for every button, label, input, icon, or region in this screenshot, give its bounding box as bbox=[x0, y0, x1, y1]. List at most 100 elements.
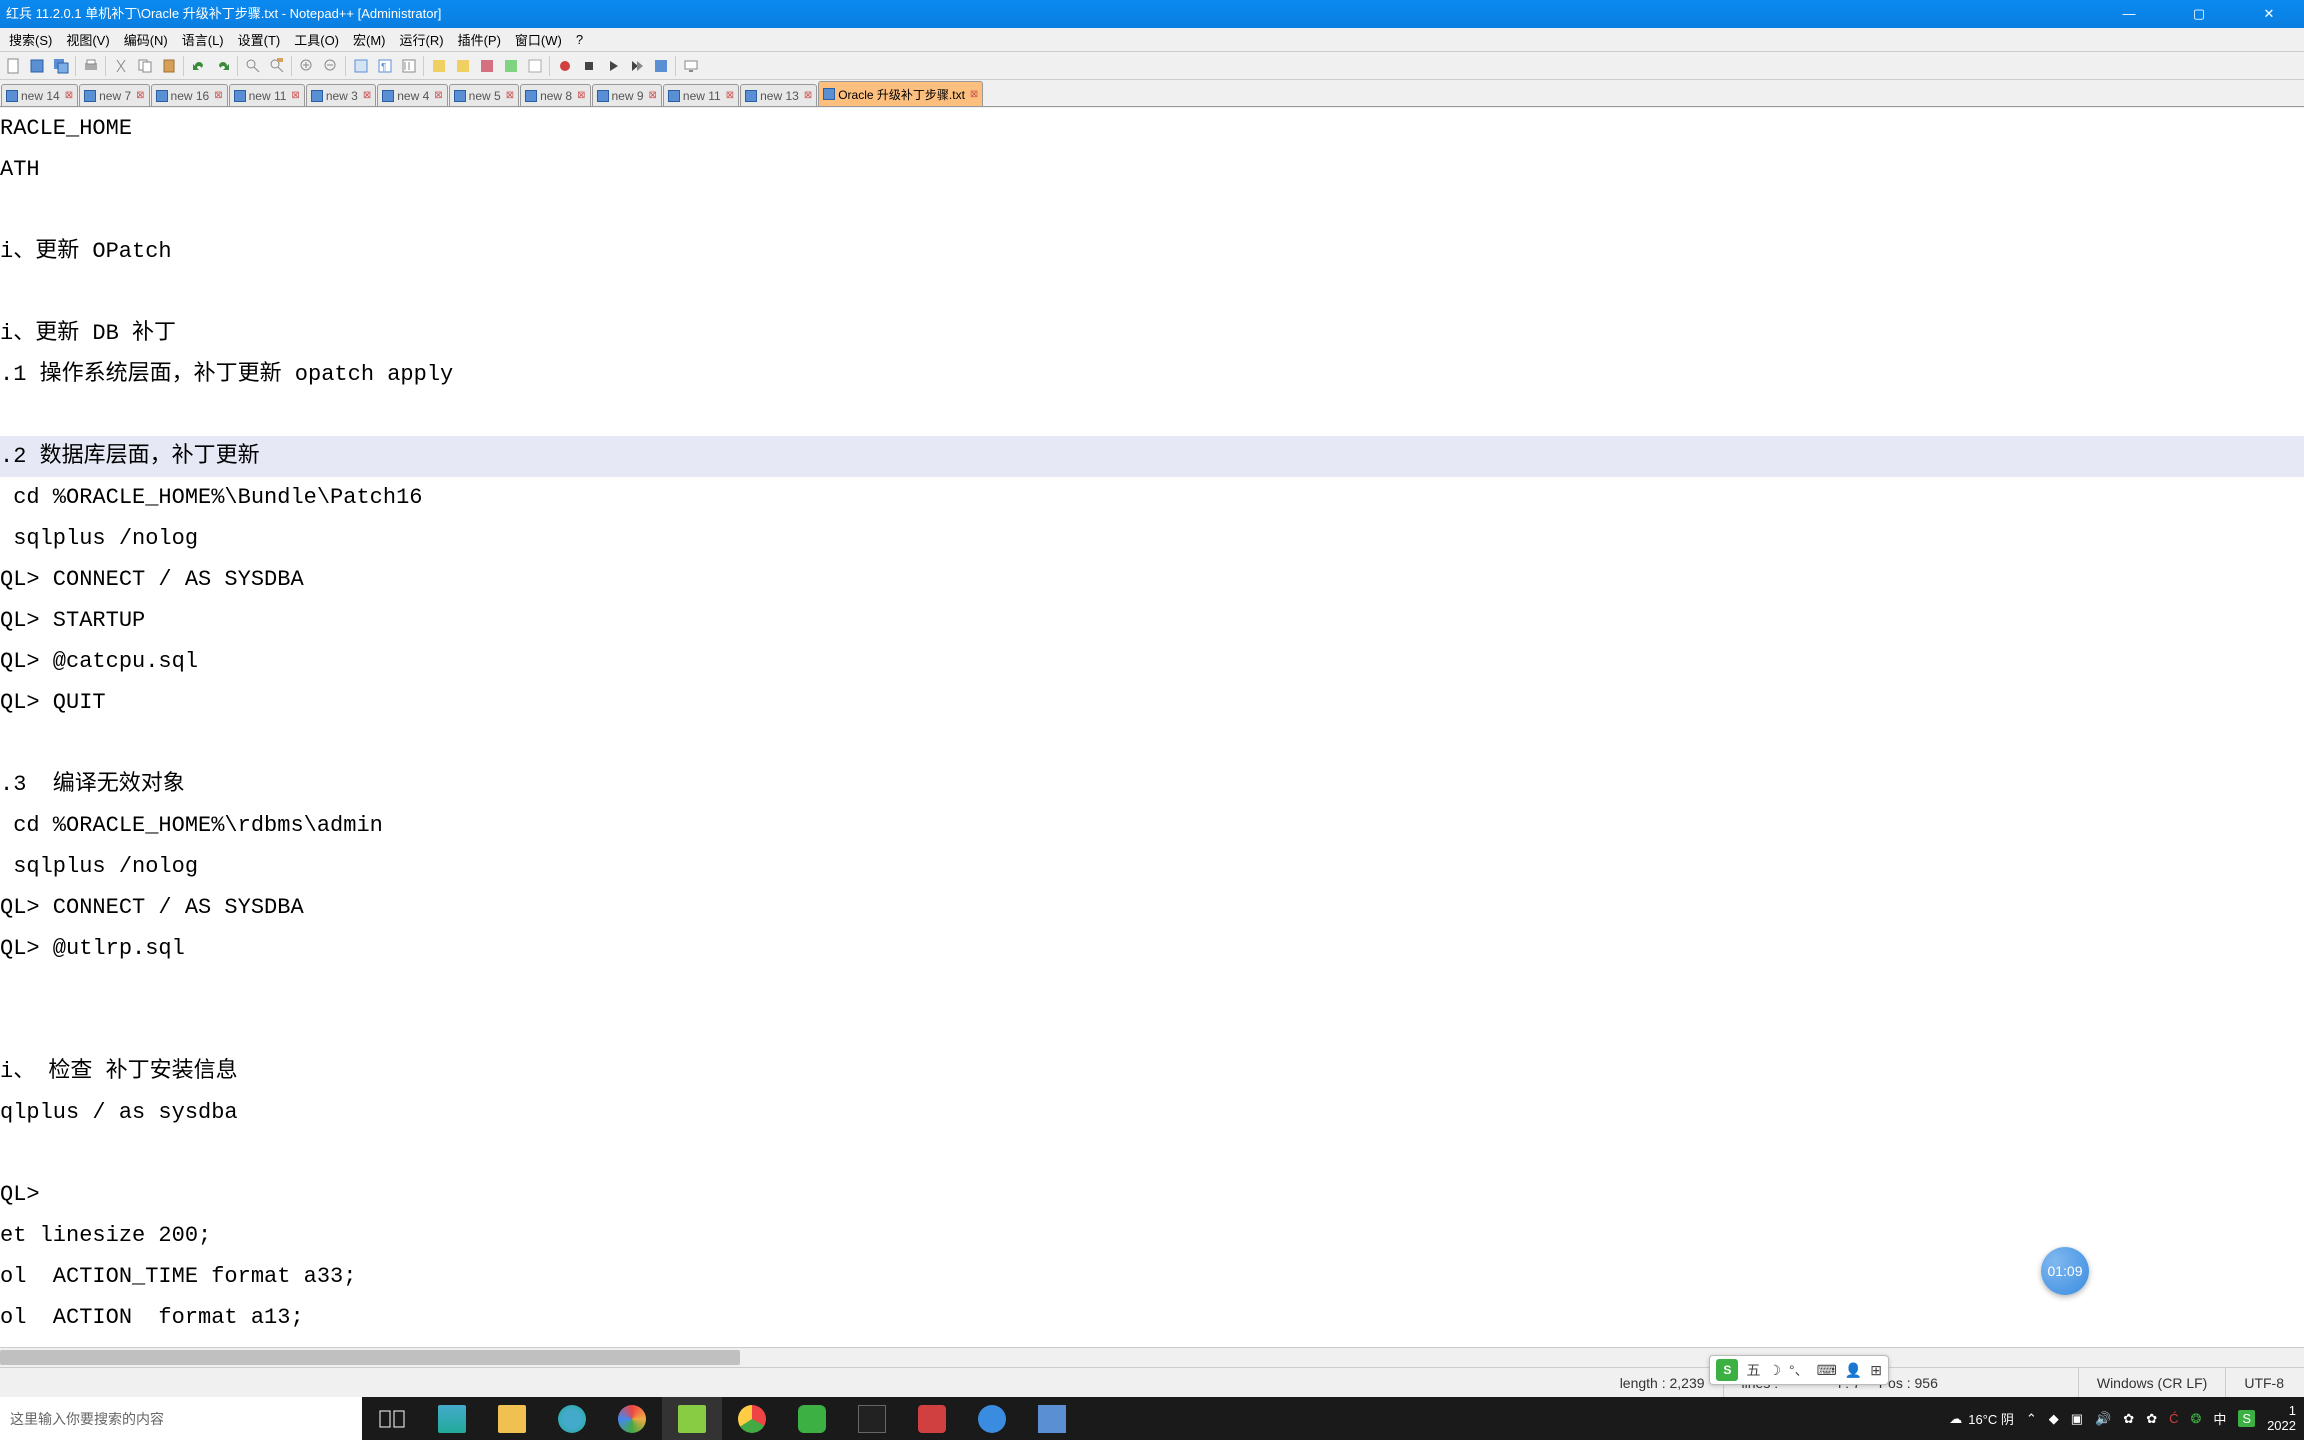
menu-item[interactable]: 运行(R) bbox=[393, 30, 451, 49]
save-macro-icon[interactable] bbox=[650, 55, 672, 77]
save-all-icon[interactable] bbox=[50, 55, 72, 77]
app-11-icon[interactable] bbox=[1022, 1397, 1082, 1440]
ime-item-grid[interactable]: ⊞ bbox=[1870, 1362, 1882, 1379]
tray-icon-6[interactable]: Ć bbox=[2169, 1411, 2178, 1426]
floating-clock[interactable]: 01:09 bbox=[2041, 1247, 2089, 1295]
file-tab[interactable]: new 8⊠ bbox=[520, 84, 590, 106]
file-tab[interactable]: new 9⊠ bbox=[592, 84, 662, 106]
print-icon[interactable] bbox=[80, 55, 102, 77]
tray-clock[interactable]: 1 2022 bbox=[2267, 1404, 2296, 1433]
code-line[interactable]: .3 编译无效对象 bbox=[0, 764, 2304, 805]
code-line[interactable]: sqlplus /nolog bbox=[0, 846, 2304, 887]
code-line[interactable]: .2 数据库层面，补丁更新 bbox=[0, 436, 2304, 477]
undo-icon[interactable] bbox=[188, 55, 210, 77]
code-line[interactable] bbox=[0, 190, 2304, 231]
tab-close-icon[interactable]: ⊠ bbox=[214, 90, 222, 101]
app-1-icon[interactable] bbox=[422, 1397, 482, 1440]
file-tab[interactable]: new 3⊠ bbox=[306, 84, 376, 106]
new-file-icon[interactable] bbox=[2, 55, 24, 77]
tray-volume-icon[interactable]: 🔊 bbox=[2095, 1411, 2111, 1427]
toggle-5-icon[interactable] bbox=[524, 55, 546, 77]
code-line[interactable]: et linesize 200; bbox=[0, 1215, 2304, 1256]
code-line[interactable]: i、 检查 补丁安装信息 bbox=[0, 1051, 2304, 1092]
scrollbar-thumb[interactable] bbox=[0, 1350, 740, 1365]
tab-close-icon[interactable]: ⊠ bbox=[363, 90, 371, 101]
menu-item[interactable]: 语言(L) bbox=[175, 30, 231, 49]
toggle-4-icon[interactable] bbox=[500, 55, 522, 77]
close-button[interactable]: ✕ bbox=[2234, 0, 2304, 28]
file-explorer-icon[interactable] bbox=[482, 1397, 542, 1440]
zoom-in-icon[interactable] bbox=[296, 55, 318, 77]
ime-logo-icon[interactable]: S bbox=[1716, 1359, 1738, 1381]
code-line[interactable]: QL> @catcpu.sql bbox=[0, 641, 2304, 682]
file-tab[interactable]: new 16⊠ bbox=[151, 84, 228, 106]
tray-icon-4[interactable]: ✿ bbox=[2123, 1411, 2134, 1427]
toggle-1-icon[interactable] bbox=[428, 55, 450, 77]
ime-item-punct[interactable]: °、 bbox=[1789, 1360, 1809, 1380]
edge-icon[interactable] bbox=[542, 1397, 602, 1440]
save-icon[interactable] bbox=[26, 55, 48, 77]
code-line[interactable]: QL> QUIT bbox=[0, 682, 2304, 723]
code-line[interactable]: QL> CONNECT / AS SYSDBA bbox=[0, 559, 2304, 600]
menu-item[interactable]: ? bbox=[569, 32, 590, 47]
tray-icon-2[interactable]: ▣ bbox=[2071, 1411, 2083, 1427]
code-line[interactable]: ol ACTION_TIME format a33; bbox=[0, 1256, 2304, 1297]
ime-toolbar[interactable]: S 五 ☽ °、 ⌨ 👤 ⊞ bbox=[1709, 1355, 1889, 1385]
indent-guide-icon[interactable] bbox=[398, 55, 420, 77]
copy-icon[interactable] bbox=[134, 55, 156, 77]
show-symbols-icon[interactable]: ¶ bbox=[374, 55, 396, 77]
menu-item[interactable]: 编码(N) bbox=[117, 30, 175, 49]
code-line[interactable] bbox=[0, 395, 2304, 436]
maximize-button[interactable]: ▢ bbox=[2164, 0, 2234, 28]
tab-close-icon[interactable]: ⊠ bbox=[434, 90, 442, 101]
tab-close-icon[interactable]: ⊠ bbox=[804, 90, 812, 101]
task-view-icon[interactable] bbox=[362, 1397, 422, 1440]
replace-icon[interactable] bbox=[266, 55, 288, 77]
file-tab[interactable]: Oracle 升级补丁步骤.txt⊠ bbox=[818, 81, 983, 106]
code-line[interactable]: QL> @utlrp.sql bbox=[0, 928, 2304, 969]
tab-close-icon[interactable]: ⊠ bbox=[506, 90, 514, 101]
tab-close-icon[interactable]: ⊠ bbox=[649, 90, 657, 101]
menu-item[interactable]: 宏(M) bbox=[346, 30, 393, 49]
code-line[interactable]: .1 操作系统层面，补丁更新 opatch apply bbox=[0, 354, 2304, 395]
toggle-2-icon[interactable] bbox=[452, 55, 474, 77]
ime-item-moon[interactable]: ☽ bbox=[1768, 1362, 1781, 1379]
code-line[interactable]: i、更新 OPatch bbox=[0, 231, 2304, 272]
cut-icon[interactable] bbox=[110, 55, 132, 77]
app-9-icon[interactable] bbox=[902, 1397, 962, 1440]
horizontal-scrollbar[interactable] bbox=[0, 1347, 2304, 1367]
file-tab[interactable]: new 11⊠ bbox=[663, 84, 739, 106]
app-4-icon[interactable] bbox=[602, 1397, 662, 1440]
menu-item[interactable]: 插件(P) bbox=[451, 30, 508, 49]
minimize-button[interactable]: — bbox=[2094, 0, 2164, 28]
toggle-3-icon[interactable] bbox=[476, 55, 498, 77]
code-line[interactable]: qlplus / as sysdba bbox=[0, 1092, 2304, 1133]
tray-chevron-icon[interactable]: ⌃ bbox=[2026, 1411, 2037, 1427]
play-multi-icon[interactable] bbox=[626, 55, 648, 77]
file-tab[interactable]: new 5⊠ bbox=[449, 84, 519, 106]
weather-widget[interactable]: ☁ 16°C 阴 bbox=[1949, 1409, 2014, 1428]
code-line[interactable]: QL> STARTUP bbox=[0, 600, 2304, 641]
tray-icon-5[interactable]: ✿ bbox=[2146, 1411, 2157, 1427]
menu-item[interactable]: 工具(O) bbox=[287, 30, 346, 49]
code-line[interactable]: QL> bbox=[0, 1174, 2304, 1215]
stop-icon[interactable] bbox=[578, 55, 600, 77]
ime-item-kbd[interactable]: ⌨ bbox=[1817, 1362, 1837, 1379]
file-tab[interactable]: new 4⊠ bbox=[377, 84, 447, 106]
play-icon[interactable] bbox=[602, 55, 624, 77]
file-tab[interactable]: new 14⊠ bbox=[1, 84, 78, 106]
code-line[interactable]: ol ACTION format a13; bbox=[0, 1297, 2304, 1338]
tab-close-icon[interactable]: ⊠ bbox=[970, 89, 978, 100]
app-10-icon[interactable] bbox=[962, 1397, 1022, 1440]
tray-s-icon[interactable]: S bbox=[2238, 1410, 2255, 1427]
tab-close-icon[interactable]: ⊠ bbox=[577, 90, 585, 101]
code-line[interactable] bbox=[0, 969, 2304, 1010]
code-line[interactable] bbox=[0, 723, 2304, 764]
record-icon[interactable] bbox=[554, 55, 576, 77]
tray-ime-icon[interactable]: 中 bbox=[2213, 1409, 2226, 1428]
tab-close-icon[interactable]: ⊠ bbox=[65, 90, 73, 101]
terminal-icon[interactable] bbox=[842, 1397, 902, 1440]
file-tab[interactable]: new 13⊠ bbox=[740, 84, 817, 106]
code-line[interactable]: sqlplus /nolog bbox=[0, 518, 2304, 559]
editor-area[interactable]: RACLE_HOMEATHi、更新 OPatchi、更新 DB 补丁.1 操作系… bbox=[0, 108, 2304, 1347]
